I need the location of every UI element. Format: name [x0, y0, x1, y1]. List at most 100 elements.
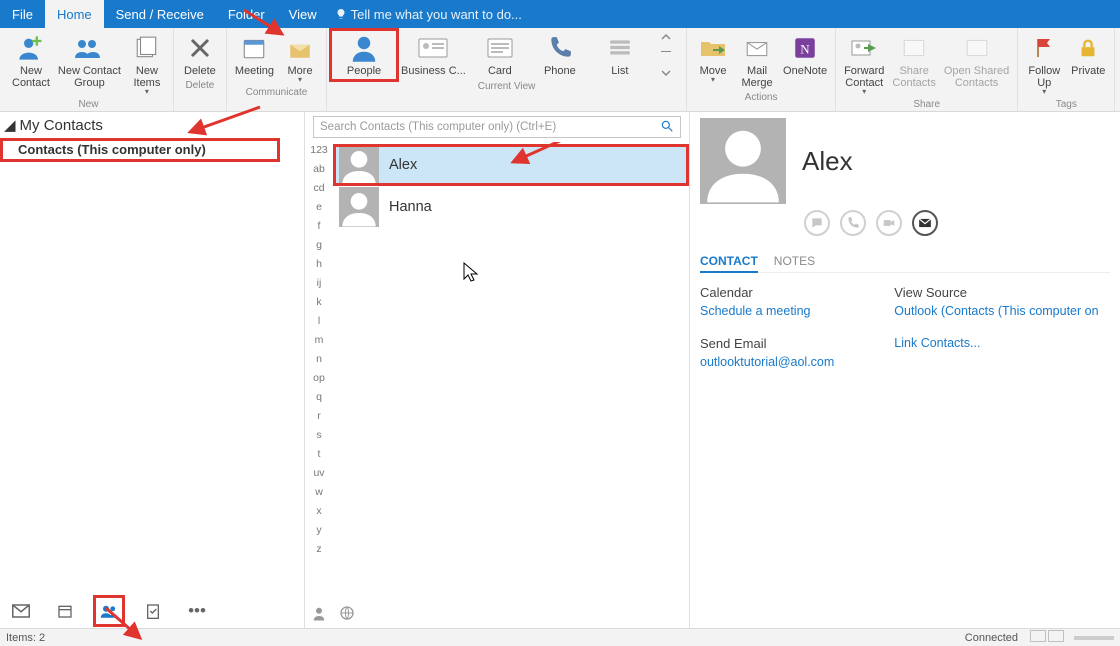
tell-me-label: Tell me what you want to do... — [351, 7, 522, 22]
search-contacts-placeholder: Search Contacts (This computer only) (Ct… — [320, 121, 556, 133]
im-action-button[interactable] — [804, 210, 830, 236]
mail-small-icon — [918, 216, 932, 230]
move-button[interactable]: Move ▾ — [691, 30, 735, 91]
alpha-letter[interactable]: 123 — [310, 144, 328, 159]
email-action-button[interactable] — [912, 210, 938, 236]
forward-contact-button[interactable]: Forward Contact ▾ — [840, 30, 888, 98]
list-view-button[interactable]: List — [590, 30, 650, 80]
alpha-letter[interactable]: e — [316, 201, 322, 216]
card-view-button[interactable]: Card — [470, 30, 530, 80]
nav-switch-more[interactable]: ••• — [188, 602, 206, 620]
alpha-letter[interactable]: l — [318, 315, 320, 330]
private-button[interactable]: Private — [1066, 30, 1110, 98]
tab-contact[interactable]: CONTACT — [700, 254, 758, 273]
list-icon — [604, 32, 636, 64]
contact-row[interactable]: Alex — [333, 144, 689, 186]
open-shared-icon — [961, 32, 993, 64]
alpha-letter[interactable]: z — [316, 543, 321, 558]
new-contact-label: New Contact — [12, 65, 50, 89]
onenote-button[interactable]: N OneNote — [779, 30, 831, 91]
nav-switch-calendar[interactable] — [56, 602, 74, 620]
svg-text:N: N — [800, 41, 810, 56]
menu-folder-label: Folder — [228, 7, 265, 22]
alpha-letter[interactable]: w — [315, 486, 323, 501]
nav-switch-tasks[interactable] — [144, 602, 162, 620]
alpha-index[interactable]: 123 ab cd e f g h ij k l m n op q r s t … — [305, 142, 333, 600]
alpha-letter[interactable]: cd — [313, 182, 324, 197]
menu-home-label: Home — [57, 7, 92, 22]
current-view-expand[interactable] — [650, 30, 682, 80]
menu-home[interactable]: Home — [45, 0, 104, 28]
collapse-triangle-icon: ◢ — [4, 116, 16, 134]
chevron-down-icon: ▾ — [298, 75, 302, 84]
detail-name: Alex — [802, 146, 853, 177]
menu-send-receive[interactable]: Send / Receive — [104, 0, 216, 28]
alpha-letter[interactable]: r — [317, 410, 321, 425]
new-items-button[interactable]: New Items ▾ — [125, 30, 169, 98]
alpha-letter[interactable]: f — [318, 220, 321, 235]
share-contacts-label: Share Contacts — [892, 65, 935, 89]
delete-icon — [184, 32, 216, 64]
zoom-slider[interactable] — [1074, 636, 1114, 640]
nav-my-contacts-header[interactable]: ◢ My Contacts — [0, 112, 304, 138]
alpha-letter[interactable]: t — [318, 448, 321, 463]
alpha-letter[interactable]: k — [316, 296, 321, 311]
delete-button[interactable]: Delete — [178, 30, 222, 79]
video-action-button[interactable] — [876, 210, 902, 236]
status-connected: Connected — [965, 632, 1018, 644]
menu-view-label: View — [289, 7, 317, 22]
tell-me-search[interactable]: Tell me what you want to do... — [335, 0, 522, 28]
alpha-letter[interactable]: s — [316, 429, 321, 444]
people-small-icon — [100, 603, 118, 619]
alpha-letter[interactable]: q — [316, 391, 322, 406]
list-label: List — [611, 65, 628, 77]
schedule-meeting-link[interactable]: Schedule a meeting — [700, 304, 834, 318]
alpha-letter[interactable]: ab — [313, 163, 325, 178]
contact-row[interactable]: Hanna — [333, 186, 689, 228]
menu-folder[interactable]: Folder — [216, 0, 277, 28]
phone-view-button[interactable]: Phone — [530, 30, 590, 80]
new-contact-group-button[interactable]: New Contact Group — [54, 30, 125, 98]
mail-merge-button[interactable]: Mail Merge — [735, 30, 779, 91]
calendar-section-title: Calendar — [700, 285, 834, 300]
alpha-letter[interactable]: uv — [313, 467, 324, 482]
alpha-letter[interactable]: h — [316, 258, 322, 273]
menu-view[interactable]: View — [277, 0, 329, 28]
people-view-button[interactable]: People — [331, 30, 397, 80]
view-source-link[interactable]: Outlook (Contacts (This computer on — [894, 304, 1098, 318]
link-contacts-link[interactable]: Link Contacts... — [894, 336, 1098, 350]
follow-up-button[interactable]: Follow Up ▾ — [1022, 30, 1066, 98]
chevron-down-icon: ▾ — [1042, 87, 1046, 96]
view-mode-buttons[interactable] — [1028, 630, 1064, 645]
new-contact-button[interactable]: New Contact — [8, 30, 54, 98]
call-action-button[interactable] — [840, 210, 866, 236]
alpha-letter[interactable]: m — [315, 334, 324, 349]
alpha-letter[interactable]: g — [316, 239, 322, 254]
nav-switch-mail[interactable] — [12, 602, 30, 620]
alpha-letter[interactable]: y — [316, 524, 321, 539]
calendar-icon — [238, 32, 270, 64]
contacts-footer-icon[interactable] — [313, 605, 331, 624]
meeting-button[interactable]: Meeting — [231, 30, 278, 86]
business-card-view-button[interactable]: Business C... — [397, 30, 470, 80]
move-icon — [697, 32, 729, 64]
nav-switch-people[interactable] — [100, 602, 118, 620]
private-label: Private — [1071, 65, 1105, 77]
mail-merge-icon — [741, 32, 773, 64]
new-items-icon — [131, 32, 163, 64]
alpha-letter[interactable]: op — [313, 372, 325, 387]
alpha-letter[interactable]: x — [316, 505, 321, 520]
send-email-link[interactable]: outlooktutorial@aol.com — [700, 355, 834, 369]
alpha-letter[interactable]: ij — [317, 277, 322, 292]
search-contacts-input[interactable]: Search Contacts (This computer only) (Ct… — [313, 116, 681, 138]
alpha-letter[interactable]: n — [316, 353, 322, 368]
globe-icon[interactable] — [339, 605, 355, 624]
mail-merge-label: Mail Merge — [741, 65, 772, 89]
more-button[interactable]: More ▾ — [278, 30, 322, 86]
card-label: Card — [488, 65, 512, 77]
tab-notes[interactable]: NOTES — [774, 254, 815, 268]
menu-sendrecv-label: Send / Receive — [116, 7, 204, 22]
nav-header-label: My Contacts — [20, 117, 103, 134]
onenote-label: OneNote — [783, 65, 827, 77]
menu-file[interactable]: File — [0, 0, 45, 28]
